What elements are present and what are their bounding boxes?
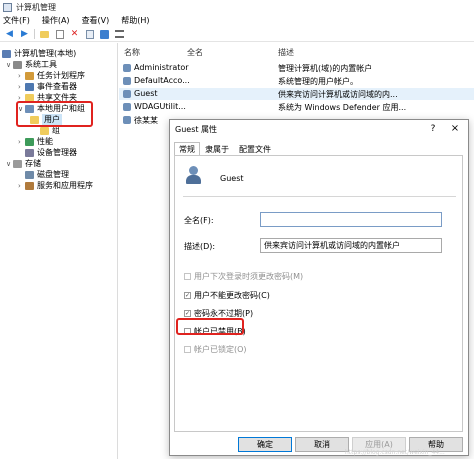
help-question-icon[interactable]: ? (426, 122, 440, 136)
cannot-change-password-checkbox[interactable]: ✓ 用户不能更改密码(C) (184, 290, 270, 301)
performance-icon (25, 137, 34, 146)
dialog-title: Guest 属性 (175, 124, 218, 134)
highlight-box-account-disabled (176, 318, 244, 335)
user-row-defaultaccount[interactable]: DefaultAcco... 系统管理的用户帐户。 (119, 75, 474, 87)
user-name-label: Guest (220, 174, 244, 183)
menu-file[interactable]: 文件(F) (3, 15, 30, 26)
user-icon (123, 90, 131, 98)
back-icon[interactable]: ◀ (4, 29, 15, 40)
tree-system-tools[interactable]: ∨ 系统工具 (6, 59, 57, 70)
tree-device-manager[interactable]: 设备管理器 (25, 147, 77, 158)
user-icon (185, 166, 203, 186)
collapsed-chevron-icon[interactable]: › (18, 72, 25, 80)
expand-chevron-icon[interactable]: ∨ (6, 160, 13, 168)
tab-profile[interactable]: 配置文件 (234, 142, 276, 156)
user-row-guest[interactable]: Guest 供来宾访问计算机或访问域的内... (119, 88, 474, 100)
checkbox-box (184, 346, 191, 353)
folder-icon (40, 126, 49, 135)
forward-icon[interactable]: ▶ (19, 29, 30, 40)
properties-icon[interactable] (54, 29, 65, 40)
export-icon[interactable] (84, 29, 95, 40)
checkbox-checked-icon: ✓ (184, 310, 191, 317)
event-viewer-icon (25, 82, 34, 91)
user-row-wdagutility[interactable]: WDAGUtilit... 系统为 Windows Defender 应用... (119, 101, 474, 113)
tree-services-apps[interactable]: › 服务和应用程序 (18, 180, 93, 191)
collapsed-chevron-icon[interactable]: › (18, 138, 25, 146)
help-icon[interactable] (99, 29, 110, 40)
highlight-box-users (16, 101, 93, 127)
tree-disk-management[interactable]: 磁盘管理 (25, 169, 69, 180)
tree-performance[interactable]: › 性能 (18, 136, 53, 147)
clock-icon (25, 71, 34, 80)
system-tools-icon (13, 60, 22, 69)
menu-bar: 文件(F) 操作(A) 查看(V) 帮助(H) (0, 14, 474, 27)
delete-icon[interactable]: ✕ (69, 29, 80, 40)
tab-member-of[interactable]: 隶属于 (200, 142, 234, 156)
fullname-input[interactable] (260, 212, 442, 227)
list-header: 名称 全名 描述 (119, 47, 474, 59)
menu-action[interactable]: 操作(A) (42, 15, 70, 26)
user-icon (123, 64, 131, 72)
general-tab-panel: Guest 全名(F): 描述(D): 用户下次登录时须更改密码(M) ✓ 用户… (174, 155, 463, 432)
computer-icon (2, 49, 11, 58)
computer-management-icon (3, 2, 12, 12)
tree-root[interactable]: 计算机管理(本地) (2, 48, 76, 59)
dialog-title-bar[interactable]: Guest 属性 (170, 120, 468, 138)
user-row-administrator[interactable]: Administrator 管理计算机(域)的内置帐户 (119, 62, 474, 74)
guest-properties-dialog: Guest 属性 ? × 常规 隶属于 配置文件 Guest 全名(F): 描述… (169, 119, 469, 456)
account-locked-checkbox[interactable]: 帐户已锁定(O) (184, 344, 247, 355)
column-fullname[interactable]: 全名 (187, 47, 203, 58)
menu-help[interactable]: 帮助(H) (121, 15, 149, 26)
divider (183, 196, 456, 197)
description-label: 描述(D): (184, 242, 216, 251)
folder-up-icon[interactable] (39, 29, 50, 40)
toolbar: ◀ ▶ ✕ (0, 27, 474, 42)
dialog-tabs: 常规 隶属于 配置文件 (174, 142, 276, 156)
must-change-password-checkbox[interactable]: 用户下次登录时须更改密码(M) (184, 271, 303, 282)
column-description[interactable]: 描述 (278, 47, 294, 58)
disk-icon (25, 170, 34, 179)
watermark-text: https://blog.csdn.net/weixin_44... (345, 449, 445, 456)
tree-event-viewer[interactable]: › 事件查看器 (18, 81, 77, 92)
ok-button[interactable]: 确定 (238, 437, 292, 452)
cancel-button[interactable]: 取消 (295, 437, 349, 452)
checkbox-checked-icon: ✓ (184, 292, 191, 299)
expand-chevron-icon[interactable]: ∨ (6, 61, 13, 69)
user-icon (123, 116, 131, 124)
user-icon (123, 77, 131, 85)
collapsed-chevron-icon[interactable]: › (18, 182, 25, 190)
description-input[interactable] (260, 238, 442, 253)
title-bar: 计算机管理 (0, 0, 474, 14)
menu-view[interactable]: 查看(V) (82, 15, 110, 26)
checkbox-box (184, 273, 191, 280)
close-icon[interactable]: × (448, 122, 462, 136)
fullname-label: 全名(F): (184, 216, 214, 225)
list-icon[interactable] (114, 29, 125, 40)
tree-storage[interactable]: ∨ 存储 (6, 158, 41, 169)
toolbar-separator (34, 29, 35, 39)
services-icon (25, 181, 34, 190)
tab-general[interactable]: 常规 (174, 142, 200, 156)
window-title: 计算机管理 (16, 2, 56, 12)
storage-icon (13, 159, 22, 168)
column-name[interactable]: 名称 (124, 47, 140, 58)
user-icon (123, 103, 131, 111)
device-manager-icon (25, 148, 34, 157)
collapsed-chevron-icon[interactable]: › (18, 83, 25, 91)
tree-task-scheduler[interactable]: › 任务计划程序 (18, 70, 85, 81)
